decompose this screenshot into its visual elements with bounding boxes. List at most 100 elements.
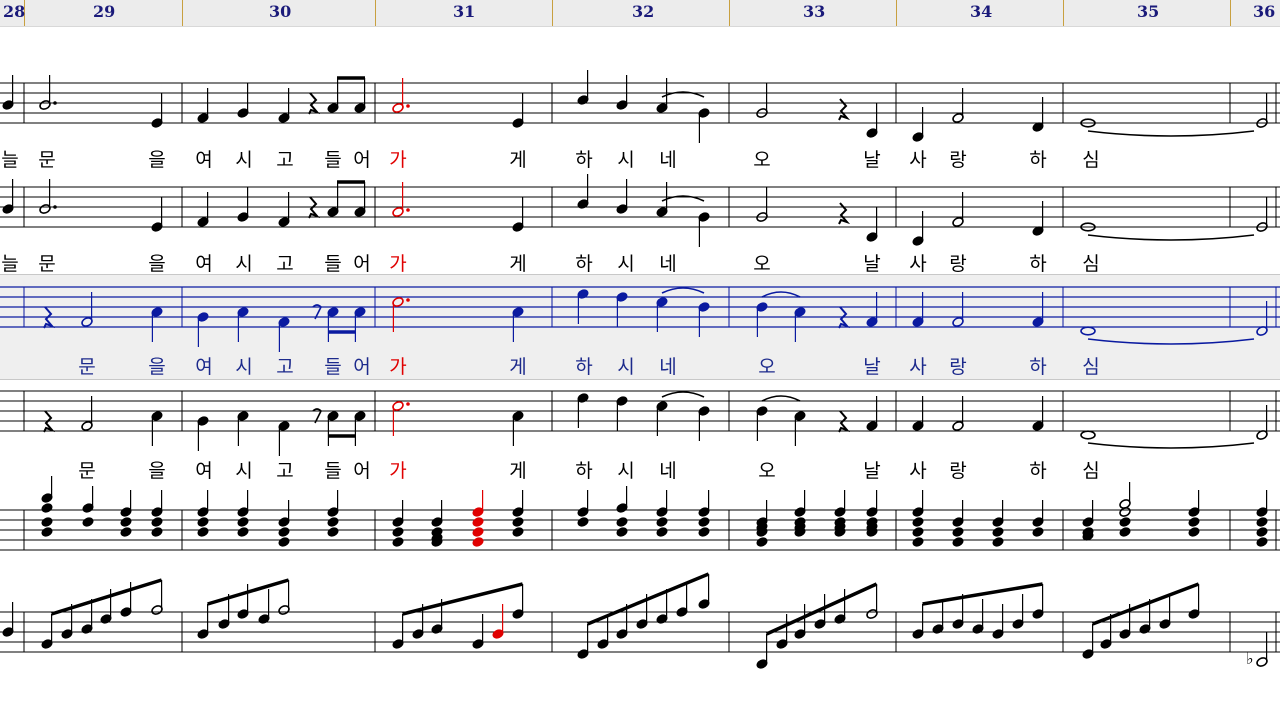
lyric-syllable: 사 xyxy=(909,356,927,378)
lyric-syllable: 을 xyxy=(148,460,166,482)
lyric-syllable: 게 xyxy=(509,356,527,378)
lyric-syllable: 들 xyxy=(324,460,342,482)
lyric-syllable: 고 xyxy=(276,356,294,378)
tie-curve xyxy=(661,287,705,294)
lyric-syllable: 어 xyxy=(353,253,371,275)
note-dot xyxy=(406,402,410,406)
quarter-rest xyxy=(838,202,851,225)
note-head xyxy=(237,517,249,527)
tie-curve xyxy=(1087,234,1255,241)
lyric-syllable: 랑 xyxy=(949,149,967,171)
tie-curve xyxy=(761,395,801,402)
lyric-syllable: 고 xyxy=(276,460,294,482)
lyrics-line-alto-2: 문 을 여 시 고 들 어 가 게 하 시 네 오 날 사 랑 하 심 xyxy=(0,459,1280,483)
note-head xyxy=(41,503,53,513)
lyric-syllable: 심 xyxy=(1082,460,1100,482)
note-head xyxy=(577,517,589,527)
lyric-syllable: 날 xyxy=(863,356,881,378)
note-head xyxy=(756,537,768,547)
lyric-syllable: 을 xyxy=(148,253,166,275)
tie-curve xyxy=(661,391,705,398)
note-head xyxy=(472,537,484,547)
note-head xyxy=(327,527,339,537)
lyric-syllable: 여 xyxy=(195,460,213,482)
note-head xyxy=(512,527,524,537)
note-head xyxy=(120,527,132,537)
note-head xyxy=(1032,527,1044,537)
note-head xyxy=(151,527,163,537)
note-dot xyxy=(406,104,410,108)
lyric-syllable: 늘 xyxy=(1,149,19,171)
note-dot xyxy=(53,101,57,105)
note-head xyxy=(120,517,132,527)
lyric-syllable: 랑 xyxy=(949,253,967,275)
lyric-syllable: 오 xyxy=(758,460,776,482)
lyric-syllable: 심 xyxy=(1082,253,1100,275)
note-head xyxy=(656,517,668,527)
lyric-syllable: 여 xyxy=(195,356,213,378)
lyric-syllable: 문 xyxy=(78,460,96,482)
lyric-syllable: 어 xyxy=(353,460,371,482)
lyric-syllable: 하 xyxy=(575,253,593,275)
tie-curve xyxy=(761,291,801,298)
note-head xyxy=(992,537,1004,547)
note-head xyxy=(1080,326,1096,336)
lyric-syllable: 을 xyxy=(148,356,166,378)
note-beam xyxy=(1091,582,1200,626)
lyric-syllable: 하 xyxy=(575,356,593,378)
lyric-syllable: 시 xyxy=(235,253,253,275)
lyric-syllable: 을 xyxy=(148,149,166,171)
note-head xyxy=(197,517,209,527)
lyric-syllable: 날 xyxy=(863,460,881,482)
note-head xyxy=(1188,527,1200,537)
lyric-syllable: 시 xyxy=(617,460,635,482)
lyric-syllable: 날 xyxy=(863,149,881,171)
note-head xyxy=(472,527,484,537)
note-head xyxy=(472,517,484,527)
lyrics-line-alto-active: 문 을 여 시 고 들 어 가 게 하 시 네 오 날 사 랑 하 심 xyxy=(0,355,1280,379)
lyric-syllable-current: 가 xyxy=(389,460,407,482)
lyric-syllable: 문 xyxy=(78,356,96,378)
lyric-syllable: 들 xyxy=(324,253,342,275)
note-head xyxy=(278,537,290,547)
note-beam xyxy=(402,582,524,616)
lyric-syllable: 고 xyxy=(276,149,294,171)
lyric-syllable: 하 xyxy=(1029,149,1047,171)
lyric-syllable: 심 xyxy=(1082,149,1100,171)
lyric-syllable: 네 xyxy=(659,356,677,378)
note-dot xyxy=(53,205,57,209)
note-head xyxy=(1256,527,1268,537)
note-head xyxy=(1119,527,1131,537)
note-head xyxy=(1119,507,1131,517)
note-head xyxy=(1256,517,1268,527)
lyric-syllable-current: 가 xyxy=(389,149,407,171)
lyric-syllable: 늘 xyxy=(1,253,19,275)
note-head xyxy=(656,527,668,537)
note-head xyxy=(1256,537,1268,547)
note-head xyxy=(952,527,964,537)
lyric-syllable: 문 xyxy=(38,149,56,171)
lyric-syllable: 오 xyxy=(758,356,776,378)
lyric-syllable: 사 xyxy=(909,149,927,171)
note-head xyxy=(698,517,710,527)
lyric-syllable: 들 xyxy=(324,149,342,171)
note-head xyxy=(1188,517,1200,527)
note-head xyxy=(616,527,628,537)
lyric-syllable: 하 xyxy=(575,149,593,171)
lyric-syllable: 시 xyxy=(235,460,253,482)
note-head xyxy=(82,517,94,527)
lyric-syllable: 랑 xyxy=(949,460,967,482)
lyric-syllable: 오 xyxy=(753,253,771,275)
note-head xyxy=(197,527,209,537)
lyric-syllable: 게 xyxy=(509,460,527,482)
lyric-syllable-current: 가 xyxy=(389,253,407,275)
note-head xyxy=(512,517,524,527)
lyric-syllable: 하 xyxy=(1029,356,1047,378)
lyric-syllable: 네 xyxy=(659,149,677,171)
note-head xyxy=(41,527,53,537)
note-beam xyxy=(586,572,710,626)
lyric-syllable: 날 xyxy=(863,253,881,275)
note-head xyxy=(912,517,924,527)
note-head xyxy=(698,527,710,537)
lyric-syllable: 문 xyxy=(38,253,56,275)
